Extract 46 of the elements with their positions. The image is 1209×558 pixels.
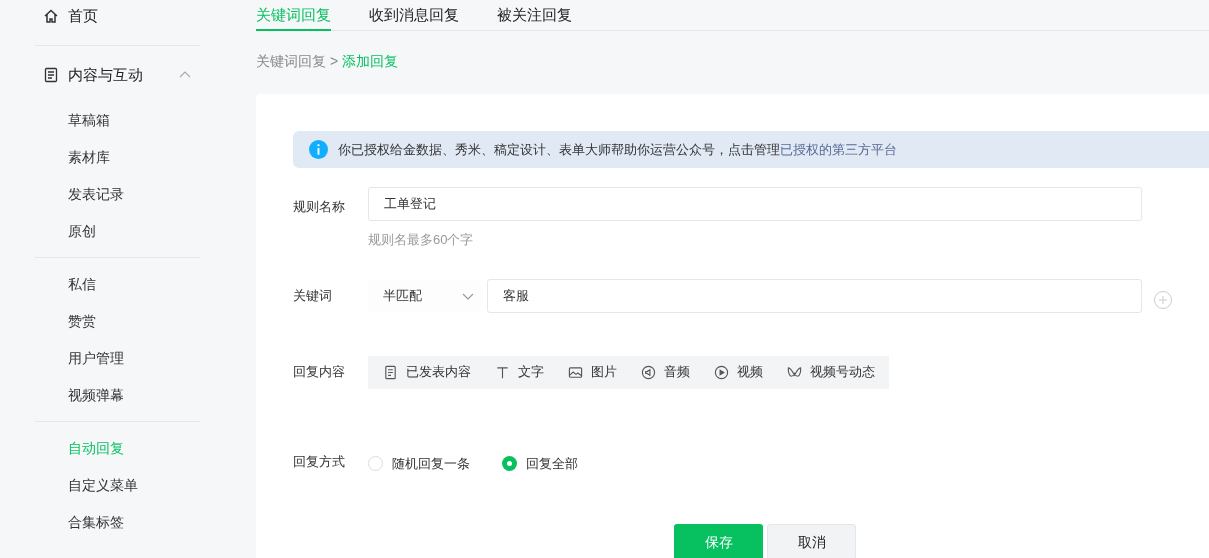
tab[interactable]: 收到消息回复 <box>369 0 459 31</box>
sidebar-item[interactable]: 赞赏 <box>35 309 200 333</box>
reply-type-button[interactable]: 视频号动态 <box>787 362 875 382</box>
authorized-platforms-link[interactable]: 已授权的第三方平台 <box>780 141 897 157</box>
sidebar-item[interactable]: 合集标签 <box>35 510 200 534</box>
sidebar-item[interactable]: 原创 <box>35 219 200 243</box>
field-hint: 规则名最多60个字 <box>368 231 475 249</box>
document-icon <box>383 364 398 380</box>
audio-icon <box>641 364 656 380</box>
radio-option[interactable]: 随机回复一条 <box>368 453 470 473</box>
field-label: 回复方式 <box>293 453 346 471</box>
home-icon <box>43 8 59 24</box>
text-icon <box>495 364 510 380</box>
section-nav-item[interactable]: 内容与互动 <box>35 59 200 91</box>
cancel-button[interactable]: 取消 <box>767 524 856 558</box>
info-icon <box>309 140 328 159</box>
image-icon <box>568 364 583 380</box>
sidebar-item[interactable]: 自定义菜单 <box>35 473 200 497</box>
radio-option[interactable]: 回复全部 <box>502 453 578 473</box>
reply-type-button[interactable]: 已发表内容 <box>383 362 471 382</box>
home-nav-item[interactable]: 首页 <box>35 0 200 32</box>
rule-name-field[interactable]: 工单登记 <box>368 187 1142 221</box>
keyword-field[interactable]: 客服 <box>487 278 1142 313</box>
radio-checked[interactable] <box>502 455 517 471</box>
tab[interactable]: 被关注回复 <box>497 0 572 31</box>
reply-type-button[interactable]: 图片 <box>568 362 617 382</box>
notice-text: 你已授权给金数据、秀米、稿定设计、表单大师帮助你运营公众号，点击管理已授权的第三方平台 <box>338 140 897 159</box>
document-icon <box>43 67 59 83</box>
sidebar-item[interactable]: 视频弹幕 <box>35 383 200 407</box>
reply-type-button[interactable]: 文字 <box>495 362 544 382</box>
butterfly-icon <box>787 364 802 380</box>
sidebar-item[interactable]: 用户管理 <box>35 346 200 370</box>
breadcrumb-link[interactable]: 关键词回复 <box>256 51 326 72</box>
breadcrumb-separator: > <box>330 52 339 71</box>
sidebar-item[interactable]: 素材库 <box>35 145 200 169</box>
sidebar-item[interactable]: 发表记录 <box>35 182 200 206</box>
reply-type-button[interactable]: 视频 <box>714 362 763 382</box>
field-label: 关键词 <box>293 286 333 305</box>
breadcrumb-current: 添加回复 <box>342 52 399 71</box>
sidebar-item[interactable]: 草稿箱 <box>35 108 200 132</box>
field-label: 回复内容 <box>293 363 346 382</box>
play-icon <box>714 364 729 380</box>
field-label: 规则名称 <box>293 198 346 216</box>
sidebar-item[interactable]: 私信 <box>35 272 200 296</box>
add-icon[interactable] <box>1154 290 1172 309</box>
reply-type-button[interactable]: 音频 <box>641 362 690 382</box>
